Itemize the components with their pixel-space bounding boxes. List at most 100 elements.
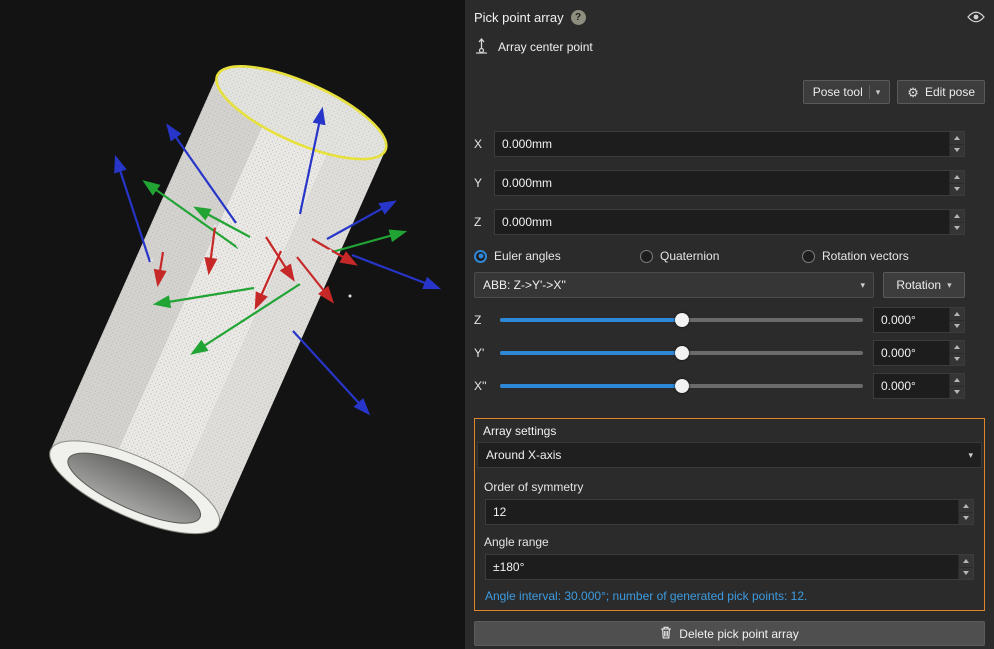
trash-icon <box>660 626 672 642</box>
x-label: X <box>474 137 494 151</box>
slider-row-z: Z <box>474 307 965 333</box>
stepper-up-icon[interactable] <box>959 555 973 567</box>
z-label: Z <box>474 215 494 229</box>
slider-y-handle[interactable] <box>675 346 689 360</box>
panel-title: Pick point array <box>474 10 564 25</box>
z-spinbox <box>494 209 965 235</box>
radio-icon <box>474 250 487 263</box>
stepper-up-icon[interactable] <box>950 308 964 320</box>
slider-y-value-spinbox <box>873 340 965 366</box>
steppers <box>949 308 964 332</box>
angle-range-label: Angle range <box>475 525 984 554</box>
stepper-down-icon[interactable] <box>959 567 973 580</box>
angle-range-spinbox <box>485 554 974 580</box>
delete-pick-point-array-button[interactable]: Delete pick point array <box>474 621 985 646</box>
slider-y-track[interactable] <box>500 351 863 355</box>
array-axis-value: Around X-axis <box>486 448 561 462</box>
euler-convention-value: ABB: Z->Y'->X'' <box>483 278 566 292</box>
y-steppers <box>949 171 964 195</box>
slider-fill <box>500 318 682 322</box>
slider-x-label: X'' <box>474 379 500 393</box>
euler-convention-dropdown[interactable]: ABB: Z->Y'->X'' ▾ <box>474 272 874 298</box>
y-label: Y <box>474 176 494 190</box>
steppers <box>949 374 964 398</box>
gear-icon: ⚙ <box>907 86 919 99</box>
chevron-down-icon: ▾ <box>968 450 973 461</box>
edit-pose-button[interactable]: ⚙ Edit pose <box>897 80 985 104</box>
steppers <box>958 500 973 524</box>
stepper-up-icon[interactable] <box>950 341 964 353</box>
array-center-point-section: Array center point <box>474 34 985 60</box>
section-title: Array center point <box>498 40 593 54</box>
pick-point-array-panel: Pick point array ? Array center point <box>465 0 994 649</box>
radio-label: Rotation vectors <box>822 249 909 263</box>
radio-label: Euler angles <box>494 249 561 263</box>
stepper-up-icon[interactable] <box>950 132 964 144</box>
euler-convention-row: ABB: Z->Y'->X'' ▾ Rotation ▾ <box>474 272 965 298</box>
pose-tool-label: Pose tool <box>813 85 863 99</box>
steppers <box>958 555 973 579</box>
visibility-icon[interactable] <box>967 11 985 23</box>
stepper-down-icon[interactable] <box>950 386 964 399</box>
radio-quaternion[interactable]: Quaternion <box>640 249 802 263</box>
slider-row-x: X'' <box>474 373 965 399</box>
stepper-up-icon[interactable] <box>950 374 964 386</box>
z-steppers <box>949 210 964 234</box>
stepper-up-icon[interactable] <box>950 171 964 183</box>
array-settings-title: Array settings <box>475 419 984 442</box>
radio-euler-angles[interactable]: Euler angles <box>474 249 640 263</box>
stepper-down-icon[interactable] <box>950 222 964 235</box>
array-axis-dropdown[interactable]: Around X-axis ▾ <box>477 442 982 468</box>
chevron-down-icon: ▾ <box>947 280 952 291</box>
rotation-button[interactable]: Rotation ▾ <box>883 272 965 298</box>
slider-z-handle[interactable] <box>675 313 689 327</box>
stepper-down-icon[interactable] <box>950 320 964 333</box>
radio-icon <box>802 250 815 263</box>
slider-fill <box>500 384 682 388</box>
chevron-down-icon: ▾ <box>876 87 881 98</box>
angle-interval-info: Angle interval: 30.000°; number of gener… <box>475 580 984 610</box>
radio-icon <box>640 250 653 263</box>
stepper-up-icon[interactable] <box>950 210 964 222</box>
stepper-down-icon[interactable] <box>950 144 964 157</box>
array-settings-group: Array settings Around X-axis ▾ Order of … <box>474 418 985 611</box>
radio-label: Quaternion <box>660 249 719 263</box>
z-input[interactable] <box>494 209 965 235</box>
slider-z-track[interactable] <box>500 318 863 322</box>
steppers <box>949 341 964 365</box>
rotation-mode-radios: Euler angles Quaternion Rotation vectors <box>474 248 985 264</box>
help-icon[interactable]: ? <box>571 10 586 25</box>
slider-x-track[interactable] <box>500 384 863 388</box>
stepper-down-icon[interactable] <box>959 512 973 525</box>
slider-row-y: Y' <box>474 340 965 366</box>
radio-rotation-vectors[interactable]: Rotation vectors <box>802 249 909 263</box>
x-steppers <box>949 132 964 156</box>
pose-tool-button[interactable]: Pose tool ▾ <box>803 80 891 104</box>
slider-x-handle[interactable] <box>675 379 689 393</box>
order-of-symmetry-spinbox <box>485 499 974 525</box>
3d-viewport[interactable] <box>0 0 465 649</box>
y-input[interactable] <box>494 170 965 196</box>
stepper-up-icon[interactable] <box>959 500 973 512</box>
edit-pose-label: Edit pose <box>925 85 975 99</box>
delete-button-label: Delete pick point array <box>679 627 798 641</box>
stepper-down-icon[interactable] <box>950 183 964 196</box>
slider-z-value-spinbox <box>873 307 965 333</box>
x-input[interactable] <box>494 131 965 157</box>
chevron-down-icon: ▾ <box>860 280 865 291</box>
euler-sliders: Z Y' <box>474 307 985 399</box>
slider-y-label: Y' <box>474 346 500 360</box>
order-of-symmetry-input[interactable] <box>485 499 974 525</box>
point-cloud-scene[interactable] <box>0 0 465 649</box>
slider-z-label: Z <box>474 313 500 327</box>
position-row-x: X <box>474 131 965 157</box>
slider-x-value-spinbox <box>873 373 965 399</box>
angle-range-input[interactable] <box>485 554 974 580</box>
position-row-z: Z <box>474 209 965 235</box>
stepper-down-icon[interactable] <box>950 353 964 366</box>
array-center-point-icon <box>474 38 489 57</box>
position-row-y: Y <box>474 170 965 196</box>
button-divider <box>869 85 870 99</box>
panel-header: Pick point array ? <box>474 0 985 34</box>
rotation-label: Rotation <box>896 278 941 292</box>
